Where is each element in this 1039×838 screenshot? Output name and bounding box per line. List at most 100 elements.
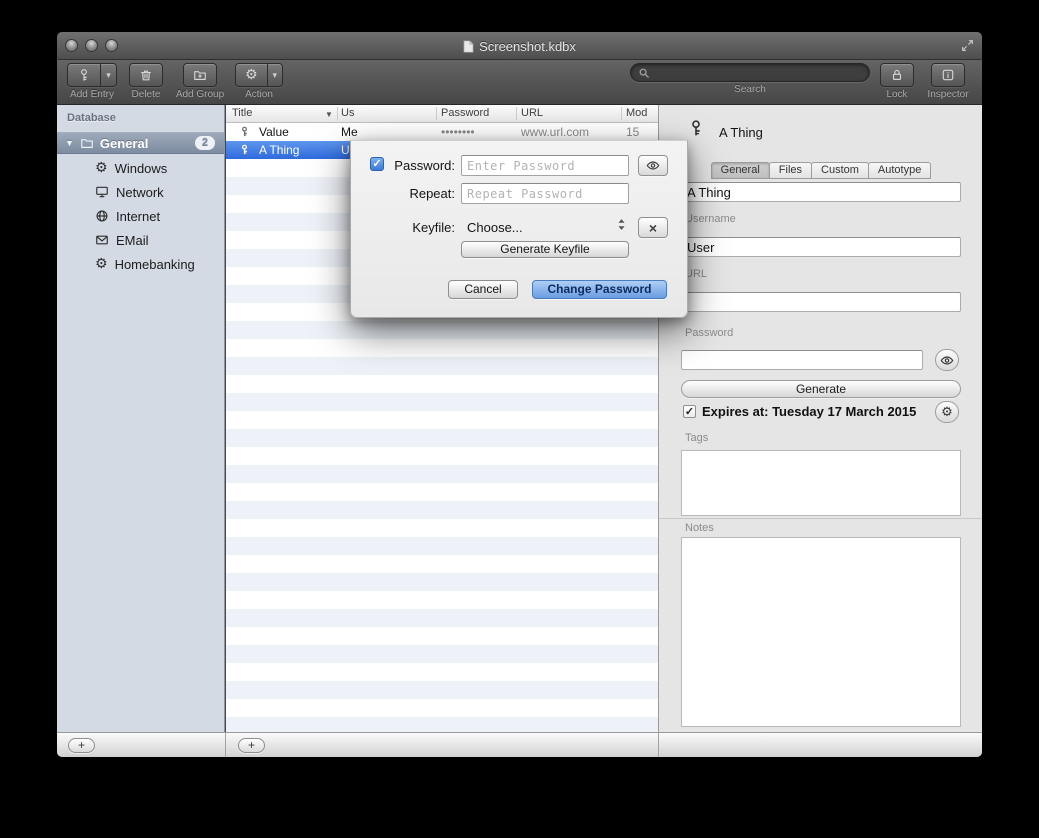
envelope-icon xyxy=(95,233,109,247)
column-divider[interactable] xyxy=(516,107,517,120)
clear-keyfile-button[interactable]: × xyxy=(638,217,668,238)
close-x-icon: × xyxy=(649,221,657,235)
add-group-item: Add Group xyxy=(167,63,233,100)
title-field[interactable] xyxy=(681,182,961,202)
dialog-reveal-button[interactable] xyxy=(638,155,668,176)
search-input[interactable] xyxy=(654,66,862,80)
tab-custom[interactable]: Custom xyxy=(811,162,869,179)
column-header-us[interactable]: Us xyxy=(341,107,354,119)
keyfile-popup[interactable]: Choose... xyxy=(467,220,523,235)
sidebar-group-general[interactable]: ▼ General 2 xyxy=(57,132,224,154)
change-password-button[interactable]: Change Password xyxy=(532,280,667,299)
entry-username-cell: Me xyxy=(341,125,358,139)
sort-indicator-icon[interactable]: ▼ xyxy=(325,110,333,119)
inspector-button[interactable] xyxy=(931,63,965,87)
column-header-url[interactable]: URL xyxy=(521,107,543,119)
sidebar-item-network[interactable]: Network xyxy=(57,180,224,204)
password-field[interactable] xyxy=(681,350,923,370)
add-entry-button[interactable]: ▾ xyxy=(67,63,117,87)
list-stripe xyxy=(226,465,658,483)
inspector-divider xyxy=(659,518,982,519)
screenshot-canvas: Screenshot.kdbx ▾ Add Entry Delete xyxy=(0,0,1039,838)
tab-files[interactable]: Files xyxy=(769,162,812,179)
tab-general[interactable]: General xyxy=(711,162,770,179)
entry-url-cell: www.url.com xyxy=(521,125,589,139)
lock-item: Lock xyxy=(880,63,914,100)
column-header-title[interactable]: Title xyxy=(232,107,252,119)
folder-icon xyxy=(80,136,94,150)
action-dropdown-arrow[interactable]: ▾ xyxy=(267,64,283,86)
generate-keyfile-button[interactable]: Generate Keyfile xyxy=(461,241,629,258)
expires-row: ✓ Expires at: Tuesday 17 March 2015 xyxy=(683,404,916,419)
list-stripe xyxy=(226,555,658,573)
list-stripe xyxy=(226,393,658,411)
column-divider[interactable] xyxy=(621,107,622,120)
folder-plus-icon xyxy=(184,64,216,86)
sidebar-item-windows[interactable]: ⚙Windows xyxy=(57,156,224,180)
app-window: Screenshot.kdbx ▾ Add Entry Delete xyxy=(57,32,982,757)
sidebar-item-homebanking[interactable]: ⚙Homebanking xyxy=(57,252,224,276)
action-button[interactable]: ⚙ ▾ xyxy=(235,63,283,87)
sidebar-item-email[interactable]: EMail xyxy=(57,228,224,252)
search-field[interactable] xyxy=(630,63,870,82)
action-item: ⚙ ▾ Action xyxy=(233,63,285,100)
dialog-repeat-input[interactable] xyxy=(461,183,629,204)
expires-checkbox[interactable]: ✓ xyxy=(683,405,696,418)
column-header-mod[interactable]: Mod xyxy=(626,107,647,119)
username-field[interactable] xyxy=(681,237,961,257)
password-label: Password xyxy=(685,327,733,339)
generate-password-button[interactable]: Generate xyxy=(681,380,961,398)
inspector-tabs: GeneralFilesCustomAutotype xyxy=(659,162,982,180)
expires-settings-button[interactable]: ⚙ xyxy=(935,401,959,423)
fullscreen-icon[interactable] xyxy=(961,39,974,52)
entry-row[interactable]: ValueMe••••••••www.url.com15 xyxy=(226,123,658,141)
sidebar-item-label: EMail xyxy=(116,233,149,248)
column-divider[interactable] xyxy=(337,107,338,120)
add-group-footer-button[interactable]: + xyxy=(68,738,95,753)
url-label: URL xyxy=(685,268,707,280)
delete-button[interactable] xyxy=(129,63,163,87)
globe-icon xyxy=(95,209,109,223)
url-field[interactable] xyxy=(681,292,961,312)
column-divider[interactable] xyxy=(436,107,437,120)
gear-icon: ⚙ xyxy=(236,64,267,86)
add-entry-footer-button[interactable]: + xyxy=(238,738,265,753)
add-group-label: Add Group xyxy=(167,89,233,100)
list-stripe xyxy=(226,591,658,609)
lock-button[interactable] xyxy=(880,63,914,87)
eye-icon xyxy=(940,355,954,366)
lock-icon xyxy=(881,64,913,86)
popup-stepper-icon[interactable] xyxy=(617,218,626,231)
window-title: Screenshot.kdbx xyxy=(57,32,982,60)
dialog-password-input[interactable] xyxy=(461,155,629,176)
footer-divider xyxy=(225,733,226,757)
footer-divider xyxy=(658,733,659,757)
list-stripe xyxy=(226,573,658,591)
group-label: General xyxy=(100,136,148,151)
inspector-item: Inspector xyxy=(922,63,974,100)
window-title-text: Screenshot.kdbx xyxy=(479,39,576,54)
tab-autotype[interactable]: Autotype xyxy=(868,162,931,179)
add-entry-dropdown-arrow[interactable]: ▾ xyxy=(100,64,116,86)
disclosure-triangle-icon[interactable]: ▼ xyxy=(65,138,74,148)
list-stripe xyxy=(226,537,658,555)
reveal-password-button[interactable] xyxy=(935,349,959,371)
cancel-button[interactable]: Cancel xyxy=(448,280,518,299)
column-header-password[interactable]: Password xyxy=(441,107,489,119)
entry-modified-cell: 15 xyxy=(626,125,639,139)
key-icon xyxy=(68,64,100,86)
list-stripe xyxy=(226,429,658,447)
dialog-keyfile-label: Keyfile: xyxy=(375,220,455,235)
entry-list-header[interactable]: Title Us Password URL Mod ▼ xyxy=(226,105,658,123)
titlebar[interactable]: Screenshot.kdbx xyxy=(57,32,982,60)
footer-bar: + + xyxy=(57,732,982,757)
search-label: Search xyxy=(630,84,870,95)
notes-input[interactable] xyxy=(681,537,961,727)
list-stripe xyxy=(226,411,658,429)
sidebar-item-internet[interactable]: Internet xyxy=(57,204,224,228)
change-password-dialog: ✓ Password: Repeat: Keyfile: Choose... ×… xyxy=(350,140,688,318)
add-group-button[interactable] xyxy=(183,63,217,87)
tags-input[interactable] xyxy=(681,450,961,516)
gear-icon: ⚙ xyxy=(95,161,108,175)
sidebar-item-label: Internet xyxy=(116,209,160,224)
